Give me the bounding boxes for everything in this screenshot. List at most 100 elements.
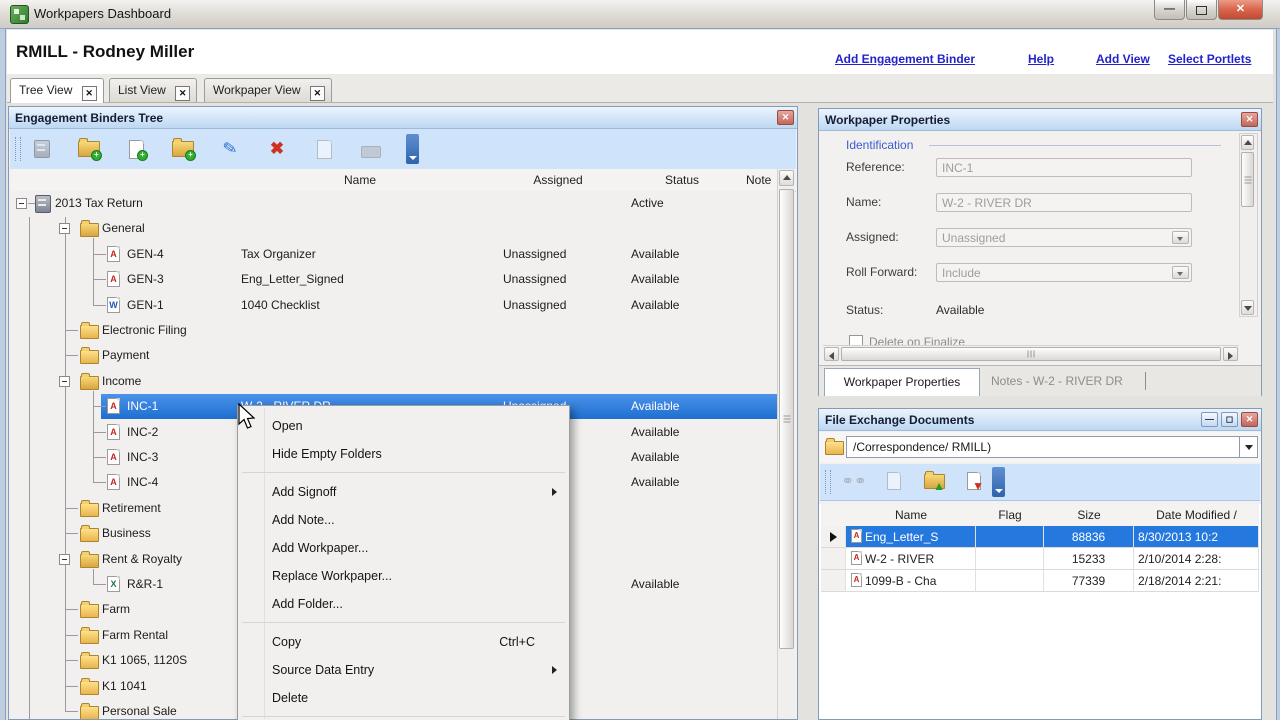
grid-column-header-size[interactable]: Size [1044, 504, 1134, 527]
tree-expander-icon[interactable] [16, 198, 27, 209]
cell-flag[interactable] [976, 570, 1044, 592]
column-header-name[interactable]: Name [300, 173, 420, 187]
tab-list-view[interactable]: List View ✕ [109, 78, 197, 102]
field-dropdown[interactable]: Include [936, 263, 1192, 282]
tree-row[interactable]: WGEN-11040 ChecklistUnassignedAvailable [9, 293, 777, 318]
row-selector-cell[interactable] [821, 548, 846, 570]
menu-item-source-data-entry[interactable]: Source Data Entry [240, 656, 567, 684]
menu-item-label: Delete [272, 684, 308, 712]
maximize-button[interactable] [1186, 0, 1217, 20]
scroll-left-button[interactable] [824, 347, 839, 361]
dropdown-arrow-icon[interactable] [1172, 266, 1189, 279]
add-folder-icon[interactable]: + [167, 135, 199, 163]
scroll-thumb[interactable] [779, 189, 794, 649]
tree-row[interactable]: Income [9, 369, 777, 394]
field-dropdown[interactable]: Unassigned [936, 228, 1192, 247]
menu-item-add-note[interactable]: Add Note... [240, 506, 567, 534]
delete-icon[interactable]: ✖ [261, 135, 293, 163]
menu-item-delete[interactable]: Delete [240, 684, 567, 712]
cell-flag[interactable] [976, 526, 1044, 548]
row-selector-cell[interactable] [821, 526, 846, 548]
menu-item-add-workpaper[interactable]: Add Workpaper... [240, 534, 567, 562]
row-selector-cell[interactable] [821, 570, 846, 592]
cell-name[interactable]: A1099-B - Cha [846, 570, 976, 592]
tree-row[interactable]: Electronic Filing [9, 318, 777, 343]
tree-row[interactable]: AGEN-3Eng_Letter_SignedUnassignedAvailab… [9, 267, 777, 292]
properties-horizontal-scrollbar[interactable] [823, 345, 1239, 363]
tree-item-label: R&R-1 [127, 572, 163, 597]
cell-name[interactable]: AEng_Letter_S [846, 526, 976, 548]
tree-connector-line [93, 406, 106, 407]
scroll-thumb[interactable] [1241, 152, 1254, 207]
field-label-roll-forward-: Roll Forward: [846, 265, 917, 279]
close-button[interactable]: ✕ [1218, 0, 1263, 20]
tree-row[interactable]: AGEN-4Tax OrganizerUnassignedAvailable [9, 242, 777, 267]
column-header-assigned[interactable]: Assigned [498, 173, 618, 187]
cell-size[interactable]: 88836 [1044, 526, 1134, 548]
tab-close-icon[interactable]: ✕ [82, 86, 97, 101]
column-header-status[interactable]: Status [627, 173, 737, 187]
scroll-right-button[interactable] [1223, 347, 1238, 361]
cell-date[interactable]: 2/10/2014 2:28: [1134, 548, 1259, 570]
properties-panel-close-icon[interactable]: ✕ [1241, 112, 1258, 127]
cell-size[interactable]: 15233 [1044, 548, 1134, 570]
tab-tree-view[interactable]: Tree View ✕ [10, 78, 104, 103]
menu-item-add-signoff[interactable]: Add Signoff [240, 478, 567, 506]
tab-workpaper-properties[interactable]: Workpaper Properties [824, 368, 980, 396]
path-combo-input[interactable]: /Correspondence/ RMILL) [846, 436, 1240, 458]
add-engagement-binder-link[interactable]: Add Engagement Binder [835, 52, 975, 66]
help-link[interactable]: Help [1028, 52, 1054, 66]
scroll-down-button[interactable] [1241, 300, 1254, 315]
minimize-button[interactable]: — [1154, 0, 1185, 20]
toolbar-overflow-button[interactable] [992, 467, 1005, 497]
panel-close-icon[interactable]: ✕ [1241, 412, 1258, 427]
menu-item-hide-empty-folders[interactable]: Hide Empty Folders [240, 440, 567, 468]
add-workpaper-icon[interactable]: + [120, 135, 152, 163]
edit-pen-icon[interactable]: ✎ [214, 135, 246, 163]
scroll-up-button[interactable] [779, 170, 794, 186]
cell-date[interactable]: 8/30/2013 10:2 [1134, 526, 1259, 548]
cell-flag[interactable] [976, 548, 1044, 570]
cell-date[interactable]: 2/18/2014 2:21: [1134, 570, 1259, 592]
add-view-link[interactable]: Add View [1096, 52, 1150, 66]
menu-item-replace-workpaper[interactable]: Replace Workpaper... [240, 562, 567, 590]
field-input[interactable]: INC-1 [936, 158, 1192, 177]
menu-item-add-folder[interactable]: Add Folder... [240, 590, 567, 618]
properties-vertical-scrollbar[interactable] [1239, 133, 1258, 317]
tree-row[interactable]: Payment [9, 343, 777, 368]
tab-close-icon[interactable]: ✕ [310, 86, 325, 101]
tree-row[interactable]: 2013 Tax ReturnActive [9, 191, 777, 216]
tab-notes[interactable]: Notes - W-2 - RIVER DR [991, 374, 1123, 388]
scroll-up-button[interactable] [1241, 135, 1254, 150]
tree-expander-icon[interactable] [59, 223, 70, 234]
delete-icon: ✖ [261, 135, 293, 163]
menu-item-copy[interactable]: CopyCtrl+C [240, 628, 567, 656]
tree-row[interactable]: General [9, 216, 777, 241]
tree-vertical-scrollbar[interactable] [777, 169, 795, 719]
select-portlets-link[interactable]: Select Portlets [1168, 52, 1251, 66]
grid-column-header-name[interactable]: Name [846, 504, 976, 527]
toolbar-overflow-button[interactable] [406, 134, 419, 164]
menu-item-open[interactable]: Open [240, 412, 567, 440]
cell-name[interactable]: AW-2 - RIVER [846, 548, 976, 570]
tree-connector-line [65, 635, 78, 636]
tab-workpaper-view[interactable]: Workpaper View ✕ [204, 78, 332, 102]
grid-column-header-flag[interactable]: Flag [976, 504, 1044, 527]
path-dropdown-button[interactable] [1239, 436, 1258, 458]
tab-close-icon[interactable]: ✕ [175, 86, 190, 101]
field-input[interactable]: W-2 - RIVER DR [936, 193, 1192, 212]
dropdown-arrow-icon[interactable] [1172, 231, 1189, 244]
download-icon[interactable]: ▼ [958, 467, 990, 495]
tree-expander-icon[interactable] [59, 376, 70, 387]
tree-item-label: INC-2 [127, 420, 158, 445]
scroll-thumb[interactable] [841, 347, 1221, 361]
tree-panel-close-icon[interactable]: ✕ [777, 110, 794, 125]
add-binder-icon[interactable]: + [73, 135, 105, 163]
cell-size[interactable]: 77339 [1044, 570, 1134, 592]
tree-item-label: INC-1 [127, 394, 158, 419]
upload-icon[interactable]: ▲ [918, 467, 950, 495]
panel-restore-icon[interactable]: ◻ [1221, 412, 1238, 427]
tree-expander-icon[interactable] [59, 554, 70, 565]
panel-minimize-icon[interactable]: — [1201, 412, 1218, 427]
grid-column-header-date[interactable]: Date Modified / [1134, 504, 1259, 527]
